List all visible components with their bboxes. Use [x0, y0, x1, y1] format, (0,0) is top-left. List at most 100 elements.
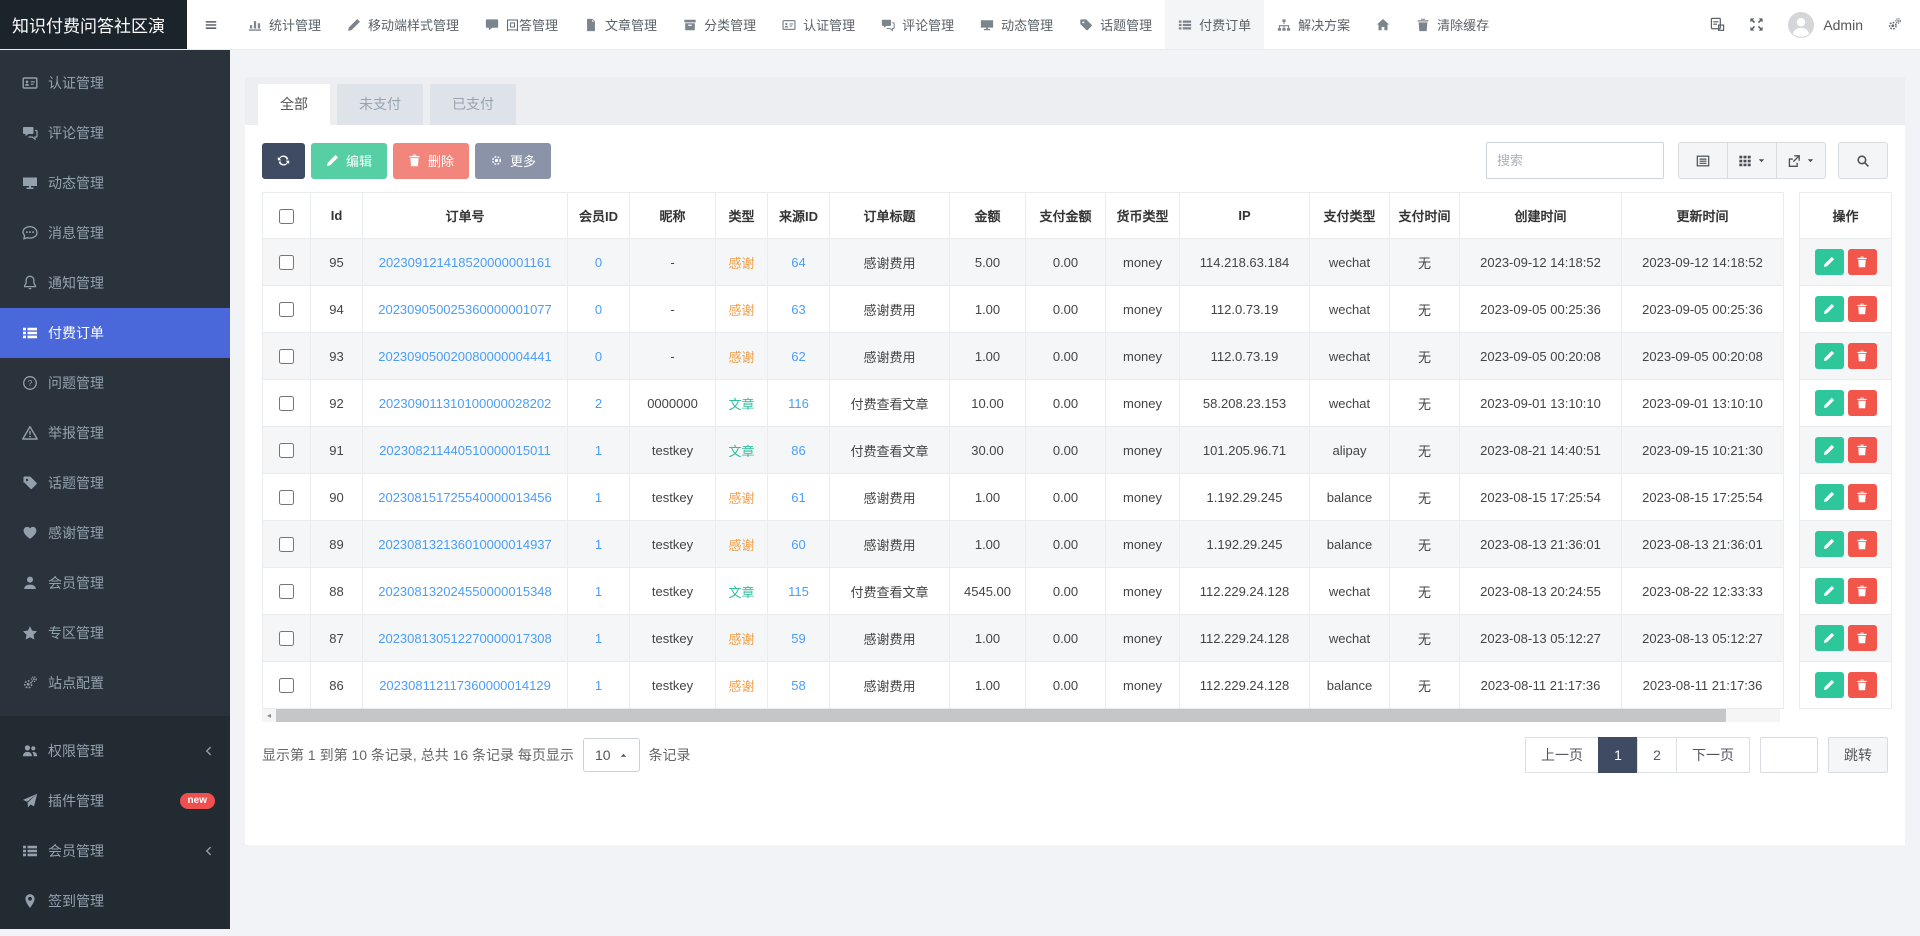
row-edit-button[interactable] — [1815, 578, 1844, 604]
tab-all[interactable]: 全部 — [258, 84, 330, 125]
member-link[interactable]: 1 — [595, 584, 602, 599]
row-edit-button[interactable] — [1815, 625, 1844, 651]
sidebar-item-certification[interactable]: 认证管理 — [0, 58, 230, 108]
member-link[interactable]: 1 — [595, 537, 602, 552]
next-page-button[interactable]: 下一页 — [1676, 737, 1750, 773]
source-link[interactable]: 61 — [791, 490, 805, 505]
topnav-item-certification[interactable]: 认证管理 — [769, 0, 868, 49]
sidebar-item-questions[interactable]: ?问题管理 — [0, 358, 230, 408]
order-link[interactable]: 202308132024550000015348 — [378, 584, 552, 599]
source-link[interactable]: 115 — [788, 584, 809, 599]
toggle-columns-button[interactable] — [1727, 142, 1777, 179]
sidebar-item-zones[interactable]: 专区管理 — [0, 608, 230, 658]
delete-button[interactable]: 删除 — [393, 143, 469, 179]
source-link[interactable]: 59 — [791, 631, 805, 646]
order-link[interactable]: 202309050020080000004441 — [378, 349, 552, 364]
row-edit-button[interactable] — [1815, 249, 1844, 275]
page-button-2[interactable]: 2 — [1637, 737, 1677, 773]
row-checkbox[interactable] — [279, 537, 294, 552]
prev-page-button[interactable]: 上一页 — [1525, 737, 1599, 773]
order-link[interactable]: 202308151725540000013456 — [378, 490, 552, 505]
row-delete-button[interactable] — [1848, 484, 1877, 510]
more-button[interactable]: 更多 — [475, 143, 551, 179]
member-link[interactable]: 1 — [595, 631, 602, 646]
row-edit-button[interactable] — [1815, 343, 1844, 369]
row-checkbox[interactable] — [279, 255, 294, 270]
page-jump-button[interactable]: 跳转 — [1828, 737, 1888, 773]
sidebar-item-site-config[interactable]: 站点配置 — [0, 658, 230, 708]
topnav-item-stats[interactable]: 统计管理 — [235, 0, 334, 49]
topnav-item-moments[interactable]: 动态管理 — [967, 0, 1066, 49]
sidebar-item-reports[interactable]: 举报管理 — [0, 408, 230, 458]
topnav-item-pay-orders[interactable]: 付费订单 — [1165, 0, 1264, 49]
row-checkbox[interactable] — [279, 443, 294, 458]
sidebar-item-topics[interactable]: 话题管理 — [0, 458, 230, 508]
tab-paid[interactable]: 已支付 — [430, 84, 516, 125]
member-link[interactable]: 0 — [595, 349, 602, 364]
topnav-item-categories[interactable]: 分类管理 — [670, 0, 769, 49]
row-edit-button[interactable] — [1815, 437, 1844, 463]
source-link[interactable]: 63 — [791, 302, 805, 317]
order-link[interactable]: 202308130512270000017308 — [378, 631, 552, 646]
sidebar-item-messages[interactable]: 消息管理 — [0, 208, 230, 258]
horizontal-scrollbar[interactable]: ◂ — [262, 709, 1780, 722]
row-checkbox[interactable] — [279, 349, 294, 364]
topnav-item-articles[interactable]: 文章管理 — [571, 0, 670, 49]
order-link[interactable]: 202309121418520000001161 — [379, 255, 552, 270]
row-edit-button[interactable] — [1815, 672, 1844, 698]
topnav-item-topics[interactable]: 话题管理 — [1066, 0, 1165, 49]
topnav-item-home[interactable] — [1363, 0, 1403, 49]
tab-unpaid[interactable]: 未支付 — [337, 84, 423, 125]
row-delete-button[interactable] — [1848, 578, 1877, 604]
row-checkbox[interactable] — [279, 490, 294, 505]
export-button[interactable] — [1776, 142, 1826, 179]
row-checkbox[interactable] — [279, 396, 294, 411]
source-link[interactable]: 60 — [791, 537, 805, 552]
row-checkbox[interactable] — [279, 678, 294, 693]
row-checkbox[interactable] — [279, 584, 294, 599]
page-size-dropdown[interactable]: 10 — [583, 738, 640, 772]
row-delete-button[interactable] — [1848, 390, 1877, 416]
order-link[interactable]: 202308112117360000014129 — [379, 678, 551, 693]
source-link[interactable]: 62 — [791, 349, 805, 364]
detail-view-button[interactable] — [1678, 142, 1728, 179]
row-checkbox[interactable] — [279, 302, 294, 317]
row-delete-button[interactable] — [1848, 296, 1877, 322]
sidebar-item-comments[interactable]: 评论管理 — [0, 108, 230, 158]
row-delete-button[interactable] — [1848, 437, 1877, 463]
source-link[interactable]: 58 — [791, 678, 805, 693]
topnav-item-comments[interactable]: 评论管理 — [868, 0, 967, 49]
member-link[interactable]: 1 — [595, 678, 602, 693]
sidebar-item-plugins[interactable]: 插件管理new — [0, 776, 230, 826]
scroll-left-arrow-icon[interactable]: ◂ — [262, 709, 276, 722]
member-link[interactable]: 1 — [595, 490, 602, 505]
row-delete-button[interactable] — [1848, 625, 1877, 651]
order-link[interactable]: 202308211440510000015011 — [379, 443, 551, 458]
member-link[interactable]: 0 — [595, 302, 602, 317]
source-link[interactable]: 64 — [791, 255, 805, 270]
source-link[interactable]: 86 — [791, 443, 805, 458]
sidebar-item-notifications[interactable]: 通知管理 — [0, 258, 230, 308]
fullscreen-button[interactable] — [1749, 17, 1764, 32]
source-link[interactable]: 116 — [788, 396, 809, 411]
sidebar-item-permissions[interactable]: 权限管理 — [0, 726, 230, 776]
member-link[interactable]: 0 — [595, 255, 602, 270]
page-jump-input[interactable] — [1760, 737, 1818, 773]
member-link[interactable]: 2 — [595, 396, 602, 411]
refresh-button[interactable] — [262, 143, 305, 179]
order-link[interactable]: 202308132136010000014937 — [378, 537, 552, 552]
row-delete-button[interactable] — [1848, 672, 1877, 698]
sidebar-item-members[interactable]: 会员管理 — [0, 558, 230, 608]
row-delete-button[interactable] — [1848, 531, 1877, 557]
row-edit-button[interactable] — [1815, 531, 1844, 557]
search-input[interactable] — [1486, 142, 1664, 179]
admin-user-menu[interactable]: Admin — [1788, 12, 1863, 38]
edit-button[interactable]: 编辑 — [311, 143, 387, 179]
member-link[interactable]: 1 — [595, 443, 602, 458]
order-link[interactable]: 202309011310100000028202 — [379, 396, 552, 411]
select-all-checkbox[interactable] — [279, 209, 294, 224]
menu-toggle-button[interactable] — [187, 0, 235, 49]
sidebar-item-thanks[interactable]: 感谢管理 — [0, 508, 230, 558]
row-checkbox[interactable] — [279, 631, 294, 646]
row-edit-button[interactable] — [1815, 296, 1844, 322]
